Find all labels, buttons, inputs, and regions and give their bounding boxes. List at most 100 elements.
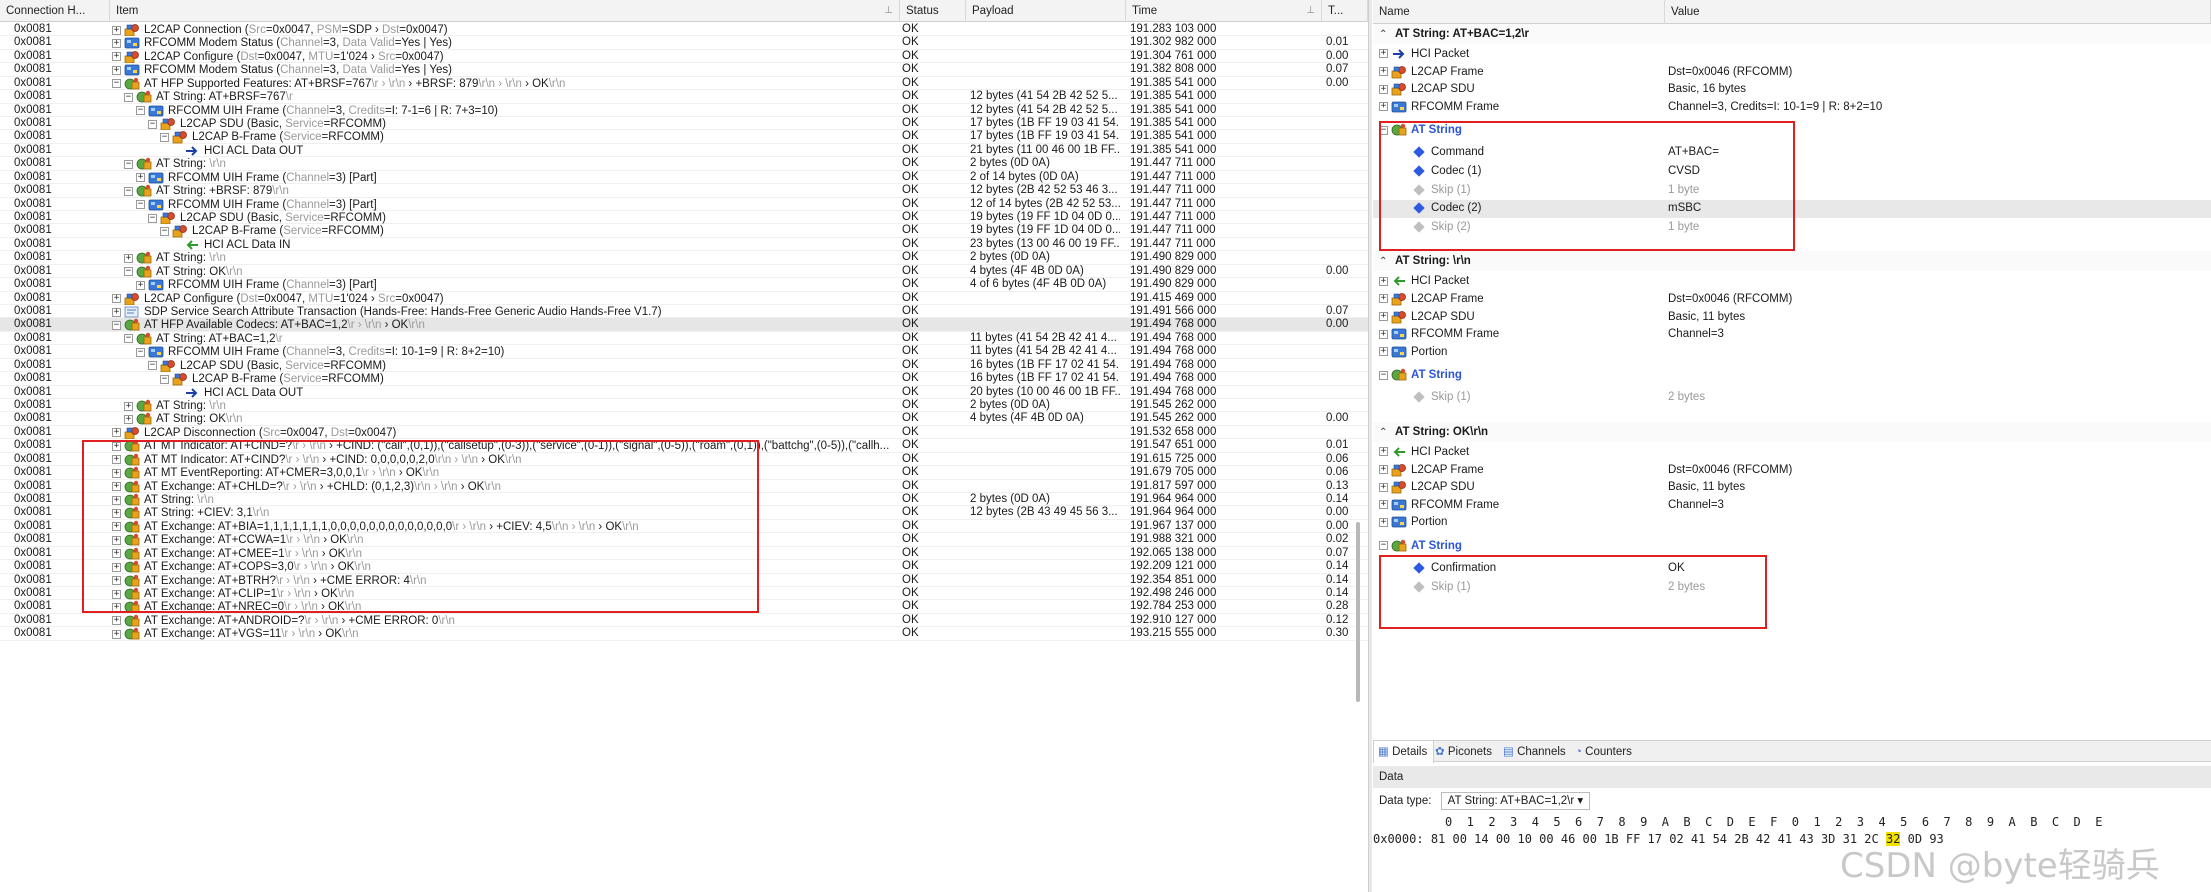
collapse-toggle[interactable]: − [124,334,133,344]
field-row[interactable]: Codec (1) CVSD [1373,163,2211,181]
table-row[interactable]: 0x0081 + AT String: OK\r\n OK 4 bytes (4F 4B… [0,412,1368,426]
pane-splitter[interactable] [1368,0,1372,892]
item-cell[interactable]: + AT String: OK\r\n [112,412,892,426]
item-cell[interactable]: − RFCOMM UIH Frame (Channel=3, Credits=I:… [112,345,892,358]
item-cell[interactable]: + AT Exchange: AT+CMEE=1\r › \r\n › OK\r\… [112,547,892,560]
item-cell[interactable]: − AT String: AT+BRSF=767\r [112,90,892,103]
item-cell[interactable]: + AT Exchange: AT+CLIP=1\r › \r\n › OK\r\… [112,587,892,600]
details-row[interactable]: + L2CAP Frame Dst=0x0046 (RFCOMM) [1373,462,2211,480]
table-row[interactable]: 0x0081 − L2CAP B-Frame (Service=RFCOMM) OK 1… [0,372,1368,386]
details-section-header[interactable]: ⌃ AT String: \r\n [1373,251,2211,272]
collapse-toggle[interactable]: − [136,200,145,210]
table-row[interactable]: 0x0081 + AT Exchange: AT+CCWA=1\r › \r\n ›… [0,533,1368,547]
col-header-name[interactable]: Name [1373,0,1665,24]
expand-toggle[interactable]: + [1379,276,1388,286]
item-cell[interactable]: + RFCOMM Modem Status (Channel=3, Data Va… [112,63,892,76]
item-cell[interactable]: − L2CAP B-Frame (Service=RFCOMM) [112,224,892,238]
expand-toggle[interactable]: + [1379,465,1388,475]
details-row[interactable]: + L2CAP SDU Basic, 11 bytes [1373,309,2211,327]
vertical-scrollbar[interactable] [1356,522,1360,702]
item-cell[interactable]: + SDP Service Search Attribute Transactio… [112,305,892,318]
expand-toggle[interactable]: + [136,280,145,290]
table-row[interactable]: 0x0081 + AT String: \r\n OK 2 bytes (0D 0A) 1… [0,399,1368,413]
details-row[interactable]: + L2CAP Frame Dst=0x0046 (RFCOMM) [1373,291,2211,309]
item-cell[interactable]: − RFCOMM UIH Frame (Channel=3) [Part] [112,198,892,211]
item-cell[interactable]: − AT String: +BRSF: 879\r\n [112,184,892,197]
item-cell[interactable]: − L2CAP SDU (Basic, Service=RFCOMM) [112,211,892,225]
table-row[interactable]: 0x0081 + AT String: \r\n OK 2 bytes (0D 0A) 1… [0,493,1368,507]
table-row[interactable]: 0x0081 + RFCOMM UIH Frame (Channel=3) [Par… [0,278,1368,292]
item-cell[interactable]: +HCI ACL Data IN [112,238,892,251]
item-cell[interactable]: − AT String: OK\r\n [112,265,892,278]
item-cell[interactable]: + AT Exchange: AT+NREC=0\r › \r\n › OK\r\… [112,600,892,614]
col-header-status[interactable]: Status [900,0,966,22]
collapse-toggle[interactable]: − [1379,370,1388,380]
col-header-payload[interactable]: Payload [966,0,1126,22]
table-row[interactable]: 0x0081 − AT HFP Available Codecs: AT+BAC=1… [0,318,1368,332]
expand-toggle[interactable]: + [112,468,121,478]
item-cell[interactable]: + L2CAP Configure (Dst=0x0047, MTU=1'024 … [112,292,892,305]
item-cell[interactable]: + AT MT EventReporting: AT+CMER=3,0,0,1\r… [112,466,892,479]
tab-channels[interactable]: ▤ Channels [1499,741,1572,763]
item-cell[interactable]: + AT MT Indicator: AT+CIND=?\r › \r\n › +… [112,439,892,452]
expand-toggle[interactable]: + [112,307,121,317]
expand-toggle[interactable]: + [112,294,121,304]
item-cell[interactable]: − AT HFP Supported Features: AT+BRSF=767\… [112,77,892,90]
item-cell[interactable]: + RFCOMM Modem Status (Channel=3, Data Va… [112,36,892,49]
details-row[interactable]: + RFCOMM Frame Channel=3 [1373,497,2211,515]
item-cell[interactable]: − L2CAP SDU (Basic, Service=RFCOMM) [112,117,892,131]
item-cell[interactable]: − L2CAP B-Frame (Service=RFCOMM) [112,372,892,386]
details-row[interactable]: + L2CAP Frame Dst=0x0046 (RFCOMM) [1373,64,2211,82]
table-row[interactable]: 0x0081 + AT Exchange: AT+CLIP=1\r › \r\n ›… [0,587,1368,601]
details-section-header[interactable]: ⌃ AT String: OK\r\n [1373,422,2211,442]
details-row[interactable]: + HCI Packet [1373,46,2211,64]
item-cell[interactable]: + AT String: +CIEV: 3,1\r\n [112,506,892,520]
col-header-t[interactable]: T... [1322,0,1368,22]
collapse-toggle[interactable]: − [160,226,169,236]
item-cell[interactable]: + AT Exchange: AT+CHLD=?\r › \r\n › +CHLD… [112,480,892,493]
table-row[interactable]: 0x0081 + AT String: \r\n OK 2 bytes (0D 0A) 1… [0,251,1368,265]
collapse-toggle[interactable]: − [124,267,133,277]
expand-toggle[interactable]: + [112,522,121,532]
table-row[interactable]: 0x0081 + AT Exchange: AT+CHLD=?\r › \r\n ›… [0,480,1368,494]
expand-toggle[interactable]: + [1379,312,1388,322]
expand-toggle[interactable]: + [1379,517,1388,527]
expand-toggle[interactable]: + [112,482,121,492]
expand-toggle[interactable]: + [1379,102,1388,112]
item-cell[interactable]: + L2CAP Connection (Src=0x0047, PSM=SDP ›… [112,23,892,37]
table-row[interactable]: 0x0081 + AT Exchange: AT+CMEE=1\r › \r\n ›… [0,547,1368,561]
table-row[interactable]: 0x0081 + AT Exchange: AT+BTRH?\r › \r\n › … [0,574,1368,588]
field-row[interactable]: Skip (1) 2 bytes [1373,579,2211,597]
item-cell[interactable]: + AT String: \r\n [112,493,892,506]
table-row[interactable]: 0x0081 + L2CAP Configure (Dst=0x0047, MTU=… [0,50,1368,64]
table-row[interactable]: 0x0081 − L2CAP SDU (Basic, Service=RFCOMM)… [0,211,1368,225]
item-cell[interactable]: + AT Exchange: AT+COPS=3,0\r › \r\n › OK\… [112,560,892,573]
table-row[interactable]: 0x0081 − RFCOMM UIH Frame (Channel=3, Cred… [0,104,1368,117]
details-subsection[interactable]: − AT String [1373,365,2211,385]
table-row[interactable]: 0x0081 + RFCOMM Modem Status (Channel=3, D… [0,63,1368,77]
table-row[interactable]: 0x0081 − RFCOMM UIH Frame (Channel=3) [Par… [0,198,1368,211]
collapse-icon[interactable]: ⌃ [1379,25,1389,45]
collapse-icon[interactable]: ⌃ [1379,252,1389,272]
table-row[interactable]: 0x0081 + AT MT Indicator: AT+CIND=?\r › \r… [0,439,1368,453]
table-row[interactable]: 0x0081 + AT Exchange: AT+VGS=11\r › \r\n ›… [0,627,1368,641]
expand-toggle[interactable]: + [112,629,121,639]
table-row[interactable]: 0x0081 − L2CAP SDU (Basic, Service=RFCOMM)… [0,117,1368,131]
table-row[interactable]: 0x0081 +HCI ACL Data IN OK 23 bytes (13 00 … [0,238,1368,252]
item-cell[interactable]: + AT Exchange: AT+BIA=1,1,1,1,1,1,1,0,0,0… [112,520,892,533]
expand-toggle[interactable]: + [112,616,121,626]
table-row[interactable]: 0x0081 + AT Exchange: AT+BIA=1,1,1,1,1,1,1… [0,520,1368,534]
table-row[interactable]: 0x0081 − AT String: +BRSF: 879\r\n OK 12 byt… [0,184,1368,198]
collapse-icon[interactable]: ⌃ [1379,423,1389,443]
field-row[interactable]: Codec (2) mSBC [1373,200,2211,218]
expand-toggle[interactable]: + [124,414,133,424]
collapse-toggle[interactable]: − [136,106,145,116]
expand-toggle[interactable]: + [112,38,121,48]
item-cell[interactable]: + L2CAP Configure (Dst=0x0047, MTU=1'024 … [112,50,892,64]
data-type-select[interactable]: AT String: AT+BAC=1,2\r ▾ [1440,792,1591,810]
item-cell[interactable]: + RFCOMM UIH Frame (Channel=3) [Part] [112,171,892,184]
details-row[interactable]: + Portion [1373,514,2211,532]
details-row[interactable]: + L2CAP SDU Basic, 11 bytes [1373,479,2211,497]
details-row[interactable]: + HCI Packet [1373,444,2211,462]
expand-toggle[interactable]: + [124,253,133,263]
